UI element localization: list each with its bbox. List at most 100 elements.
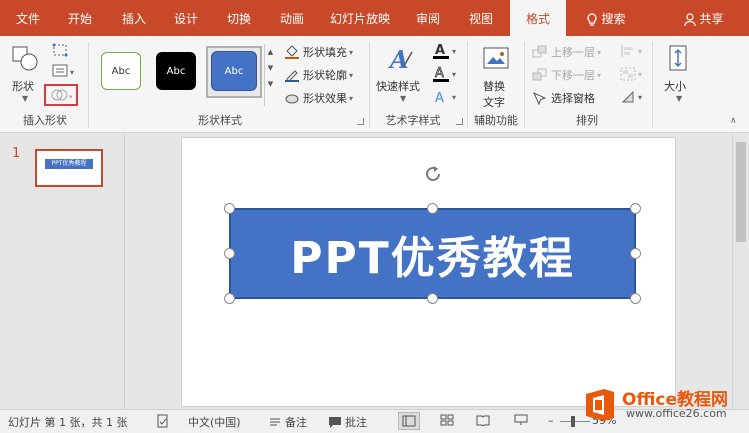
dialog-launcher-icon[interactable] <box>357 118 364 125</box>
chevron-down-icon: ▾ <box>638 46 643 56</box>
resize-handle-tr[interactable] <box>630 203 641 214</box>
text-box-button[interactable]: ▾ <box>52 64 78 81</box>
shapes-gallery-button[interactable]: 形状 ▼ <box>8 42 42 106</box>
tab-view[interactable]: 视图 <box>459 0 503 36</box>
chevron-down-icon: ▼ <box>22 94 29 103</box>
tab-format[interactable]: 格式 <box>510 0 566 36</box>
bring-forward-button[interactable]: 上移一层 ▾ <box>532 44 601 60</box>
chevron-down-icon: ▾ <box>349 47 354 57</box>
tab-transitions[interactable]: 切换 <box>217 0 261 36</box>
language-indicator[interactable]: 中文(中国) <box>188 414 241 430</box>
style-swatch-outline[interactable]: Abc <box>101 52 141 90</box>
gallery-more-icon: ▼ <box>267 80 274 88</box>
slide-thumbnail-pane: 1 PPT优秀教程 <box>0 134 125 409</box>
style-swatch-black[interactable]: Abc <box>156 52 196 90</box>
rotate-button[interactable]: ▾ <box>620 90 642 104</box>
resize-handle-tl[interactable] <box>224 203 235 214</box>
merge-shapes-icon: ▾ <box>51 89 73 101</box>
tab-home[interactable]: 开始 <box>58 0 102 36</box>
person-icon <box>684 12 697 26</box>
zoom-slider-thumb[interactable] <box>571 416 575 427</box>
scroll-thumb[interactable] <box>736 142 746 242</box>
shapes-label: 形状 <box>12 80 34 93</box>
insert-shapes-group-label: 插入形状 <box>23 114 67 127</box>
tab-design[interactable]: 设计 <box>164 0 208 36</box>
tab-insert[interactable]: 插入 <box>112 0 156 36</box>
shape-effects-button[interactable]: 形状效果 ▾ <box>284 90 353 106</box>
shape-text[interactable]: PPT优秀教程 <box>290 222 575 286</box>
svg-text:A: A <box>435 66 444 81</box>
slideshow-icon <box>514 414 528 425</box>
chevron-down-icon: ▾ <box>638 92 643 102</box>
edit-shape-button[interactable] <box>52 43 72 60</box>
watermark-url: www.office26.com <box>626 407 727 420</box>
tell-me-search[interactable]: 搜索 <box>578 0 634 36</box>
tab-animations[interactable]: 动画 <box>270 0 314 36</box>
slideshow-button[interactable] <box>514 414 528 426</box>
spell-check-icon[interactable] <box>156 414 170 428</box>
resize-handle-bl[interactable] <box>224 293 235 304</box>
resize-handle-bm[interactable] <box>427 293 438 304</box>
collapse-ribbon-icon[interactable]: ∧ <box>730 116 737 126</box>
shape-fill-label: 形状填充 <box>303 46 347 59</box>
group-divider <box>524 42 525 128</box>
wordart-group-label: 艺术字样式 <box>385 114 441 127</box>
swatch-label: Abc <box>224 65 244 77</box>
chevron-down-icon: ▾ <box>349 70 354 80</box>
notes-button[interactable]: 备注 <box>268 414 307 430</box>
resize-handle-mr[interactable] <box>630 248 641 259</box>
shape-fill-button[interactable]: 形状填充 ▾ <box>284 44 353 60</box>
alt-text-button[interactable]: 替换 文字 <box>474 42 518 109</box>
alt-text-line1: 替换 <box>483 80 505 93</box>
rotate-handle-icon[interactable] <box>420 161 446 187</box>
quick-styles-button[interactable]: A 快速样式 ▼ <box>376 42 426 108</box>
slide-thumbnail[interactable]: PPT优秀教程 <box>35 149 103 187</box>
text-outline-icon: A <box>433 66 449 82</box>
slide-sorter-icon <box>440 414 454 426</box>
merge-shapes-button[interactable]: ▾ <box>44 84 78 106</box>
text-outline-button[interactable]: A ▾ <box>432 65 456 83</box>
alt-text-line2: 文字 <box>483 96 505 109</box>
reading-view-icon <box>476 415 490 426</box>
normal-view-button[interactable] <box>398 412 420 430</box>
slide-number: 1 <box>12 146 21 161</box>
comments-button[interactable]: 批注 <box>328 414 367 430</box>
selected-shape[interactable]: PPT优秀教程 <box>229 208 636 299</box>
accessibility-group-label: 辅助功能 <box>474 114 518 127</box>
arrange-group-label: 排列 <box>576 114 598 127</box>
slide-sorter-button[interactable] <box>440 414 454 426</box>
resize-handle-ml[interactable] <box>224 248 235 259</box>
align-button[interactable]: ▾ <box>620 44 642 58</box>
shape-outline-button[interactable]: 形状轮廓 ▾ <box>284 67 353 83</box>
dialog-launcher-icon[interactable] <box>456 118 463 125</box>
gallery-scroll[interactable]: ▲ ▼ ▼ <box>264 44 276 106</box>
align-icon <box>621 45 633 57</box>
svg-text:A: A <box>435 91 444 106</box>
group-divider <box>369 42 370 128</box>
vertical-scrollbar[interactable] <box>732 134 749 409</box>
shapes-icon <box>12 46 38 71</box>
tell-me-label: 搜索 <box>601 12 626 26</box>
reading-view-button[interactable] <box>476 414 490 426</box>
tab-file[interactable]: 文件 <box>4 0 52 36</box>
style-swatch-blue[interactable]: Abc <box>211 51 257 91</box>
chevron-down-icon: ▾ <box>638 69 643 79</box>
selection-pane-icon <box>532 91 547 105</box>
send-backward-button[interactable]: 下移一层 ▾ <box>532 67 601 83</box>
group-objects-button[interactable]: ▾ <box>620 67 642 81</box>
tab-slideshow[interactable]: 幻灯片放映 <box>322 0 398 36</box>
zoom-out-button[interactable]: – <box>548 414 554 427</box>
text-effects-button[interactable]: A ▾ <box>432 88 456 106</box>
text-fill-button[interactable]: A ▾ <box>432 42 456 60</box>
size-button[interactable]: 大小 ▼ <box>662 42 694 108</box>
watermark: Office教程网 www.office26.com <box>582 381 742 429</box>
selection-pane-button[interactable]: 选择窗格 <box>532 90 595 106</box>
lightbulb-icon <box>587 12 598 26</box>
share-button[interactable]: 共享 <box>676 0 732 36</box>
resize-handle-br[interactable] <box>630 293 641 304</box>
tab-review[interactable]: 审阅 <box>406 0 450 36</box>
comment-icon <box>329 417 341 428</box>
resize-handle-tm[interactable] <box>427 203 438 214</box>
chevron-up-icon: ▲ <box>267 48 274 56</box>
chevron-down-icon: ▼ <box>676 94 683 103</box>
